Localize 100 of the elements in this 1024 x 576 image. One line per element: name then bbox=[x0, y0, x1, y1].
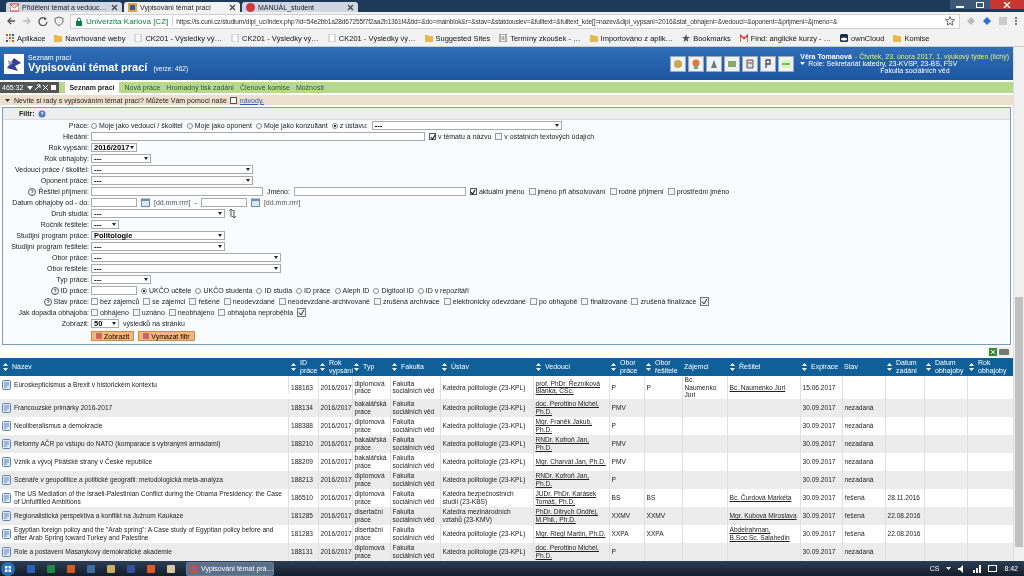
toolbar-icon[interactable] bbox=[26, 84, 34, 91]
checkbox[interactable] bbox=[132, 309, 140, 316]
checkbox[interactable] bbox=[631, 298, 639, 305]
apps-icon bbox=[6, 34, 14, 42]
radio-button[interactable] bbox=[331, 122, 338, 129]
sort-icon[interactable] bbox=[730, 363, 735, 371]
address-field[interactable] bbox=[70, 13, 960, 29]
calendar-icon[interactable] bbox=[250, 198, 260, 207]
sort-icon[interactable] bbox=[291, 363, 296, 371]
radio-button[interactable] bbox=[334, 287, 341, 294]
radio-button[interactable] bbox=[141, 287, 147, 294]
select-all-icon[interactable] bbox=[700, 297, 710, 306]
checkbox[interactable] bbox=[443, 298, 451, 305]
app-icon[interactable] bbox=[106, 563, 116, 574]
checkbox[interactable] bbox=[373, 298, 381, 305]
date-field[interactable] bbox=[91, 198, 137, 207]
checkbox[interactable] bbox=[223, 298, 231, 305]
checkbox[interactable] bbox=[667, 188, 675, 195]
sort-icon[interactable] bbox=[354, 363, 359, 371]
checkbox[interactable] bbox=[528, 188, 536, 195]
checkbox[interactable] bbox=[91, 309, 98, 316]
sort-icon[interactable] bbox=[3, 363, 8, 371]
sort-icon[interactable] bbox=[392, 363, 397, 371]
help-icon[interactable] bbox=[28, 187, 37, 196]
app-icon[interactable] bbox=[778, 55, 795, 72]
radio-button[interactable] bbox=[256, 287, 263, 294]
help-icon[interactable] bbox=[50, 286, 59, 295]
app-icon[interactable] bbox=[706, 55, 723, 72]
app-icon[interactable] bbox=[670, 55, 687, 72]
date-field[interactable] bbox=[200, 198, 247, 207]
checkbox[interactable] bbox=[168, 309, 176, 316]
monitor-icon[interactable] bbox=[988, 564, 998, 573]
sort-icon[interactable] bbox=[887, 363, 892, 371]
checkbox[interactable] bbox=[529, 298, 537, 305]
help-icon[interactable] bbox=[37, 109, 46, 118]
app-icon[interactable] bbox=[760, 55, 777, 72]
lock-icon bbox=[75, 16, 83, 26]
scroll-thumb[interactable] bbox=[1015, 297, 1023, 547]
help-icon[interactable] bbox=[43, 297, 52, 306]
radio-button[interactable] bbox=[296, 287, 303, 294]
input-field[interactable] bbox=[91, 286, 137, 295]
sort-icon[interactable] bbox=[611, 363, 616, 371]
calendar-icon[interactable] bbox=[141, 198, 150, 207]
check-icon bbox=[470, 188, 477, 195]
start-icon[interactable] bbox=[0, 561, 16, 576]
checkbox[interactable] bbox=[143, 298, 151, 305]
toolbar-icon[interactable] bbox=[50, 84, 58, 91]
app-icon[interactable] bbox=[66, 563, 76, 574]
maximize-button[interactable] bbox=[970, 0, 990, 9]
app-icon[interactable] bbox=[724, 55, 741, 72]
checkbox[interactable] bbox=[609, 188, 617, 195]
checkbox[interactable] bbox=[189, 298, 197, 305]
app-icon[interactable] bbox=[146, 563, 156, 574]
input-field[interactable] bbox=[293, 187, 466, 196]
checkbox[interactable] bbox=[469, 188, 477, 195]
sort-icon[interactable] bbox=[969, 363, 974, 371]
sort-icon[interactable] bbox=[926, 363, 931, 371]
close-button[interactable] bbox=[990, 0, 1024, 9]
app-icon[interactable] bbox=[166, 563, 176, 574]
caret-icon[interactable] bbox=[4, 96, 11, 104]
sort-icon[interactable] bbox=[536, 363, 541, 371]
input-field[interactable] bbox=[91, 187, 263, 196]
checkbox[interactable] bbox=[429, 133, 436, 140]
sort-icon[interactable] bbox=[320, 363, 325, 371]
radio-button[interactable] bbox=[186, 122, 193, 129]
radio-button[interactable] bbox=[373, 287, 380, 294]
app-icon[interactable] bbox=[742, 55, 759, 72]
radio-button[interactable] bbox=[195, 287, 202, 294]
shield-icon[interactable] bbox=[54, 16, 64, 26]
network-icon[interactable] bbox=[973, 564, 982, 573]
app-icon[interactable] bbox=[688, 55, 705, 72]
app-title: Vypisování témat prací bbox=[28, 61, 148, 73]
back-icon[interactable] bbox=[6, 16, 16, 26]
toolbar-icon[interactable] bbox=[34, 84, 42, 91]
sort-icon[interactable] bbox=[646, 363, 651, 371]
toolbar-icon[interactable] bbox=[42, 84, 50, 91]
reload-icon[interactable] bbox=[38, 16, 48, 26]
scrollbar[interactable] bbox=[1013, 47, 1024, 561]
caret-icon[interactable] bbox=[946, 566, 952, 571]
menu-icon[interactable] bbox=[1014, 16, 1018, 26]
checkbox[interactable] bbox=[278, 298, 286, 305]
checkbox[interactable] bbox=[91, 298, 98, 305]
sort-icon[interactable] bbox=[229, 209, 236, 218]
close-icon[interactable] bbox=[111, 3, 118, 11]
close-icon[interactable] bbox=[347, 3, 354, 11]
star-icon[interactable] bbox=[945, 16, 955, 26]
radio-button[interactable] bbox=[255, 122, 262, 129]
input-field[interactable] bbox=[91, 132, 425, 141]
spreadsheet-icon[interactable] bbox=[989, 348, 997, 356]
checkbox[interactable] bbox=[495, 133, 503, 140]
select-all-icon[interactable] bbox=[297, 308, 307, 317]
sort-icon[interactable] bbox=[802, 363, 807, 371]
close-icon[interactable] bbox=[229, 3, 236, 11]
radio-button[interactable] bbox=[417, 287, 424, 294]
checkbox[interactable] bbox=[581, 298, 589, 305]
minimize-button[interactable] bbox=[950, 0, 970, 9]
sort-icon[interactable] bbox=[442, 363, 447, 371]
checkbox[interactable] bbox=[218, 309, 226, 316]
caret-icon[interactable] bbox=[800, 61, 806, 66]
radio-button[interactable] bbox=[91, 122, 97, 129]
